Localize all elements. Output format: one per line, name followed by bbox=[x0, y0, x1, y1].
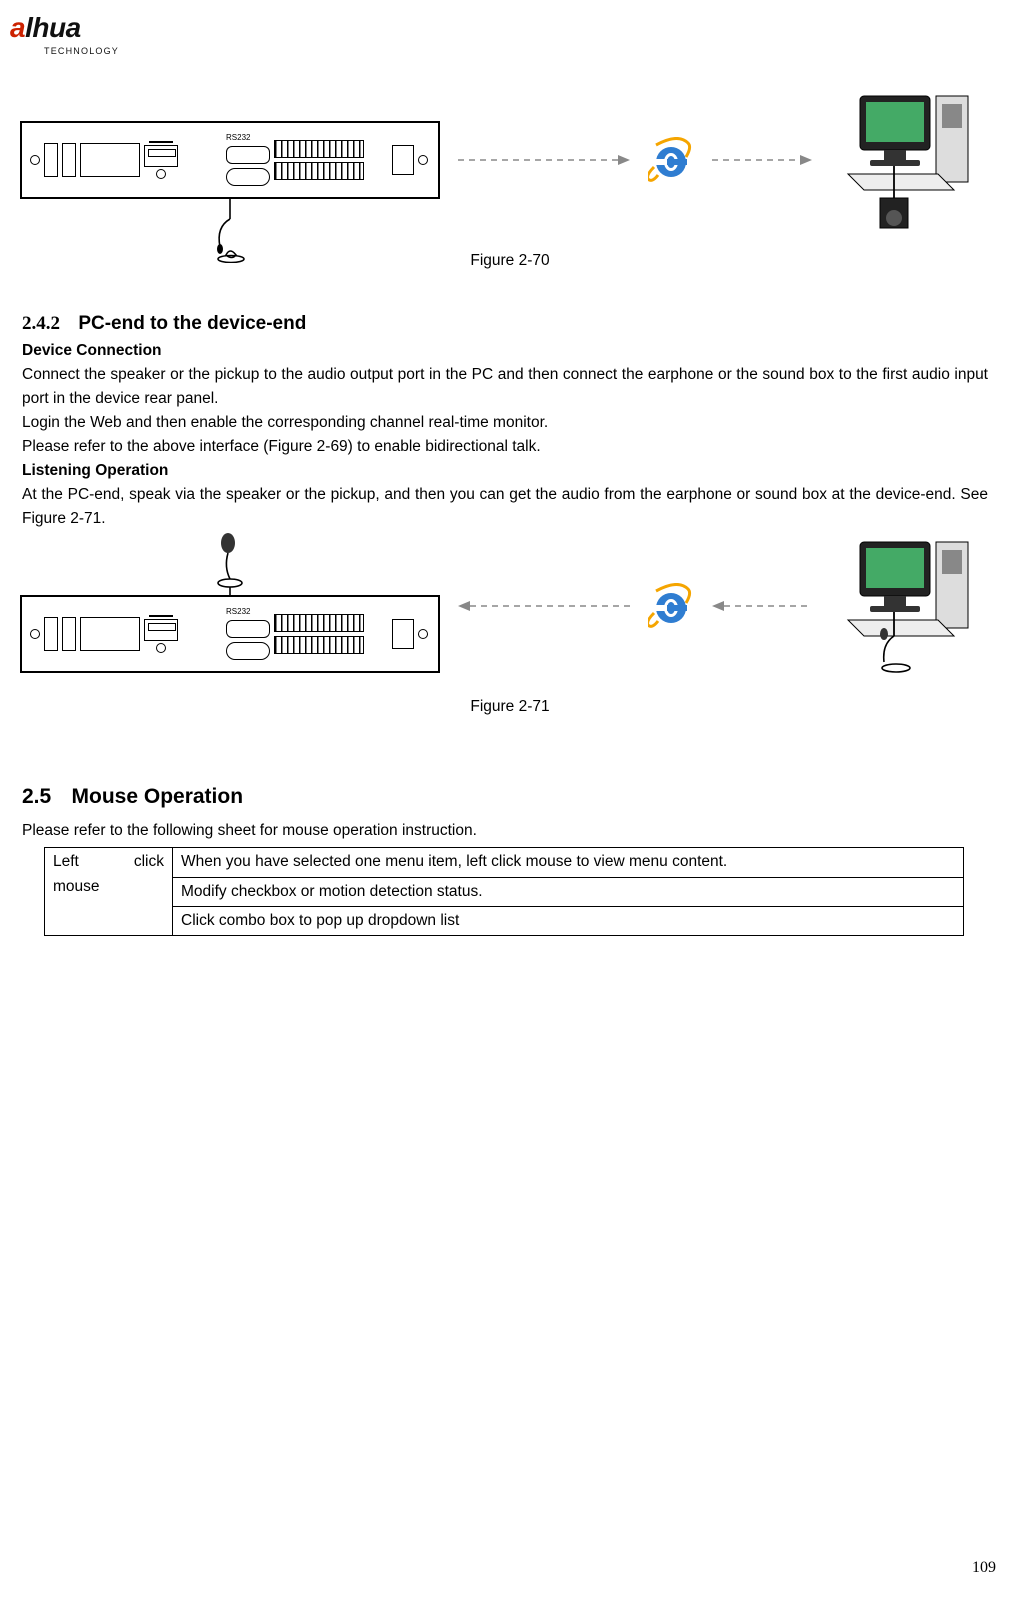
paragraph: At the PC-end, speak via the speaker or … bbox=[22, 483, 988, 531]
table-cell-text: When you have selected one menu item, le… bbox=[173, 848, 964, 877]
microphone-icon bbox=[210, 197, 250, 263]
figure-2-71-block: RS232 bbox=[10, 531, 1000, 755]
mouse-operation-table: Left click mouse When you have selected … bbox=[44, 847, 964, 935]
table-cell-text: Left bbox=[53, 850, 79, 874]
logo-text-rest: lhua bbox=[25, 12, 81, 43]
table-cell-text: click bbox=[134, 850, 164, 874]
table-row: Modify checkbox or motion detection stat… bbox=[45, 877, 964, 906]
microphone-icon bbox=[210, 533, 250, 597]
paragraph: Connect the speaker or the pickup to the… bbox=[22, 363, 988, 411]
subheading-device-connection: Device Connection bbox=[22, 339, 988, 363]
table-row: Left click mouse When you have selected … bbox=[45, 848, 964, 877]
pc-with-mic-icon bbox=[830, 536, 990, 676]
internet-explorer-icon bbox=[648, 583, 694, 629]
pc-with-speaker-icon bbox=[830, 90, 990, 230]
section-title-2-5: Mouse Operation bbox=[72, 785, 244, 808]
table-row: Click combo box to pop up dropdown list bbox=[45, 906, 964, 935]
device-rear-panel-icon: RS232 bbox=[20, 121, 440, 199]
section-number-2-4-2: 2.4.2 bbox=[22, 313, 74, 334]
section-title-2-4-2: PC-end to the device-end bbox=[78, 313, 306, 334]
logo-letter-a: a bbox=[10, 12, 25, 43]
section-2-5-intro: Please refer to the following sheet for … bbox=[10, 819, 1000, 847]
subheading-listening-operation: Listening Operation bbox=[22, 459, 988, 483]
brand-logo: alhua TECHNOLOGY bbox=[10, 0, 1000, 71]
figure-caption-2-71: Figure 2-71 bbox=[20, 675, 1000, 745]
paragraph: Login the Web and then enable the corres… bbox=[22, 411, 988, 435]
figure-2-70-block: RS232 bbox=[10, 71, 1000, 309]
arrow-left-icon bbox=[458, 599, 630, 613]
device-rear-panel-icon: RS232 bbox=[20, 595, 440, 673]
arrow-right-icon bbox=[712, 153, 812, 167]
arrow-left-icon bbox=[712, 599, 812, 613]
internet-explorer-icon bbox=[648, 137, 694, 183]
section-number-2-5: 2.5 bbox=[22, 785, 67, 808]
figure-caption-2-70: Figure 2-70 bbox=[20, 229, 1000, 299]
table-cell-text: mouse bbox=[53, 875, 164, 899]
logo-subtext: TECHNOLOGY bbox=[10, 45, 1000, 59]
table-cell-text: Click combo box to pop up dropdown list bbox=[173, 906, 964, 935]
paragraph: Please refer to the above interface (Fig… bbox=[22, 435, 988, 459]
table-cell-text: Modify checkbox or motion detection stat… bbox=[173, 877, 964, 906]
arrow-right-icon bbox=[458, 153, 630, 167]
page-number: 109 bbox=[972, 1556, 996, 1581]
